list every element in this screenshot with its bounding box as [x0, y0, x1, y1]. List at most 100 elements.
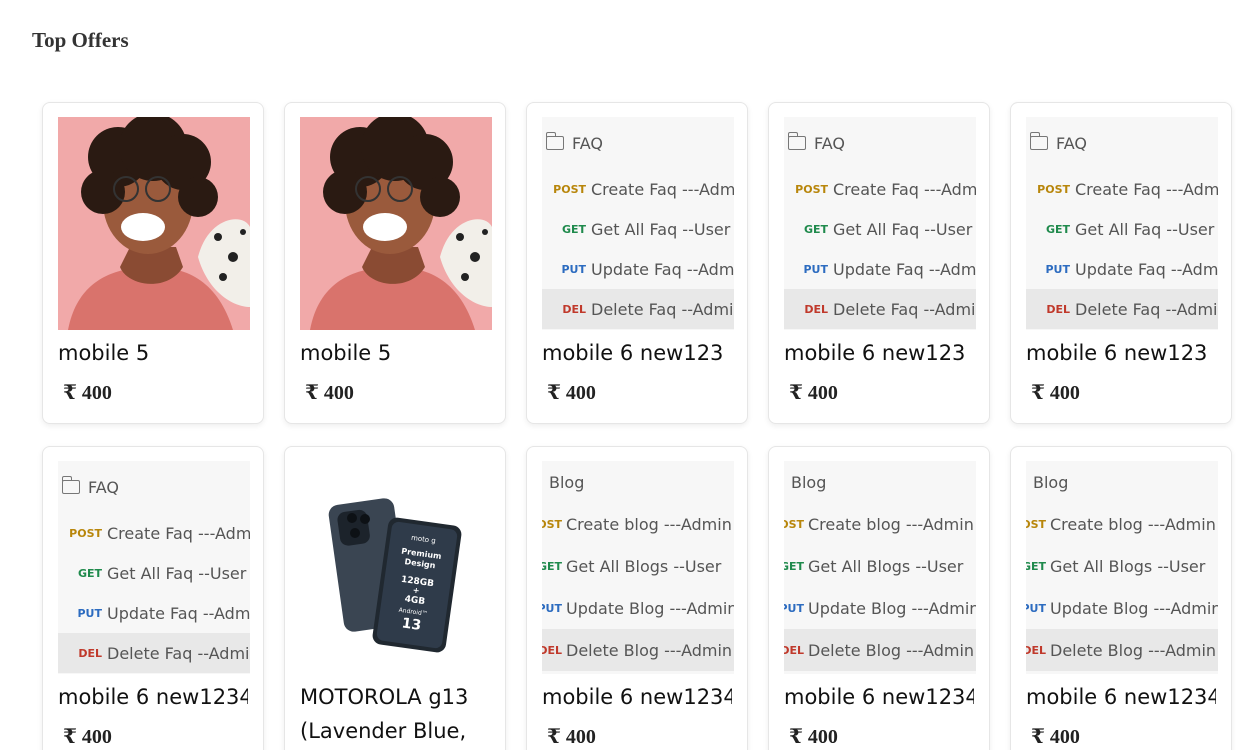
product-title[interactable]: mobile 6 new1234	[58, 680, 248, 714]
product-image	[58, 117, 250, 330]
product-card[interactable]: Blog POST Create blog ---Admin GET Get All…	[768, 446, 990, 750]
product-price: ₹ 400	[1031, 726, 1080, 748]
product-title[interactable]: MOTOROLA g13 (Lavender Blue, 128	[300, 680, 490, 748]
method-badge: DEL	[804, 302, 828, 316]
api-row: GET Get All Faq --User	[784, 209, 976, 249]
api-row: PUT Update Faq --Admin	[58, 593, 251, 633]
product-grid: mobile 5 ₹ 400 mobile 5 ₹ 400 FAQ POST C…	[42, 102, 1232, 750]
product-price: ₹ 400	[789, 382, 838, 404]
api-row-label: Update Blog ---Admin	[1050, 598, 1218, 618]
api-row-label: Update Blog ---Admin	[566, 598, 734, 618]
api-row: PUT Update Faq --Admin	[1026, 249, 1219, 289]
product-image: FAQ POST Create Faq ---Admin GET Get All F…	[784, 117, 976, 330]
api-row: PUT Update Faq --Admin	[542, 249, 735, 289]
api-row-label: Get All Faq --User	[591, 219, 731, 239]
api-row-label: Get All Faq --User	[1075, 219, 1215, 239]
api-row-label: Get All Blogs --User	[808, 556, 964, 576]
api-row-label: Update Faq --Admin	[833, 259, 976, 279]
product-price: ₹ 400	[305, 382, 354, 404]
api-folder-heading: Blog	[791, 472, 827, 492]
product-title[interactable]: mobile 6 new123	[542, 336, 732, 370]
method-badge: POST	[1026, 517, 1046, 531]
api-row: POST Create blog ---Admin	[784, 503, 976, 545]
product-price: ₹ 400	[789, 726, 838, 748]
method-badge: DEL	[78, 646, 102, 660]
api-row-label: Create Faq ---Admin	[833, 179, 976, 199]
product-price: ₹ 400	[1031, 382, 1080, 404]
folder-icon	[61, 476, 80, 494]
method-badge: PUT	[803, 262, 829, 276]
method-badge: PUT	[1045, 262, 1071, 276]
api-row-label: Delete Blog ---Admin	[808, 640, 975, 660]
api-row: DEL Delete Blog ---Admin	[784, 629, 976, 671]
phone-plus-text: +	[412, 586, 420, 596]
method-badge: GET	[542, 559, 562, 573]
api-row: PUT Update Blog ---Admin	[784, 587, 976, 629]
api-row: POST Create Faq ---Admin	[542, 169, 734, 209]
api-row-label: Update Faq --Admin	[591, 259, 734, 279]
product-image: moto g Premium Design 128GB + 4GB Androi…	[300, 461, 492, 674]
product-title[interactable]: mobile 6 new123	[1026, 336, 1216, 370]
api-row: GET Get All Blogs --User	[1026, 545, 1218, 587]
api-row-label: Update Blog ---Admin	[808, 598, 976, 618]
method-badge: DEL	[784, 643, 804, 657]
product-card[interactable]: mobile 5 ₹ 400	[42, 102, 264, 424]
api-row: POST Create blog ---Admin	[542, 503, 734, 545]
api-row: PUT Update Faq --Admin	[784, 249, 977, 289]
product-card[interactable]: FAQ POST Create Faq ---Admin GET Get All F…	[1010, 102, 1232, 424]
api-folder-heading: FAQ	[58, 461, 250, 513]
api-folder-heading: FAQ	[1026, 117, 1218, 169]
method-badge: POST	[784, 517, 804, 531]
product-card[interactable]: FAQ POST Create Faq ---Admin GET Get All F…	[526, 102, 748, 424]
product-card[interactable]: FAQ POST Create Faq ---Admin GET Get All F…	[42, 446, 264, 750]
method-badge: PUT	[542, 601, 562, 615]
api-folder-heading: FAQ	[784, 117, 976, 169]
api-row: PUT Update Blog ---Admin	[542, 587, 734, 629]
product-card[interactable]: Blog POST Create blog ---Admin GET Get All…	[1010, 446, 1232, 750]
product-title[interactable]: mobile 5	[58, 336, 248, 370]
method-badge: GET	[784, 559, 804, 573]
api-row-label: Delete Faq --Admin	[591, 299, 734, 319]
product-title[interactable]: mobile 6 new123	[784, 336, 974, 370]
product-price: ₹ 400	[63, 382, 112, 404]
product-price: ₹ 400	[547, 726, 596, 748]
api-row: PUT Update Blog ---Admin	[1026, 587, 1218, 629]
folder-icon	[545, 132, 564, 150]
api-row-label: Get All Blogs --User	[1050, 556, 1206, 576]
api-row: POST Create Faq ---Admin	[1026, 169, 1218, 209]
api-row: DEL Delete Blog ---Admin	[542, 629, 734, 671]
api-row-label: Update Faq --Admin	[107, 603, 250, 623]
api-row: POST Create blog ---Admin	[1026, 503, 1218, 545]
product-card[interactable]: FAQ POST Create Faq ---Admin GET Get All F…	[768, 102, 990, 424]
method-badge: GET	[77, 566, 102, 580]
folder-label: FAQ	[814, 133, 845, 153]
method-badge: POST	[795, 182, 828, 196]
product-card[interactable]: moto g Premium Design 128GB + 4GB Androi…	[284, 446, 506, 750]
method-badge: GET	[1026, 559, 1046, 573]
method-badge: PUT	[561, 262, 587, 276]
product-card[interactable]: Blog POST Create blog ---Admin GET Get All…	[526, 446, 748, 750]
api-row-label: Create Faq ---Admin	[1075, 179, 1218, 199]
product-image: FAQ POST Create Faq ---Admin GET Get All F…	[1026, 117, 1218, 330]
api-row: GET Get All Faq --User	[58, 553, 250, 593]
product-price: ₹ 400	[63, 726, 112, 748]
method-badge: PUT	[784, 601, 804, 615]
method-badge: PUT	[1026, 601, 1046, 615]
product-title[interactable]: mobile 6 new1234	[784, 680, 974, 714]
method-badge: DEL	[1026, 643, 1046, 657]
product-title[interactable]: mobile 6 new1234	[542, 680, 732, 714]
api-row: DEL Delete Faq --Admin	[542, 289, 734, 329]
product-card[interactable]: mobile 5 ₹ 400	[284, 102, 506, 424]
product-title[interactable]: mobile 5	[300, 336, 490, 370]
api-row-label: Get All Faq --User	[107, 563, 247, 583]
method-badge: GET	[561, 222, 586, 236]
method-badge: DEL	[1046, 302, 1070, 316]
folder-label: FAQ	[1056, 133, 1087, 153]
api-row-label: Create blog ---Admin	[1050, 514, 1216, 534]
product-price: ₹ 400	[547, 382, 596, 404]
api-row: POST Create Faq ---Admin	[784, 169, 976, 209]
product-title[interactable]: mobile 6 new1234	[1026, 680, 1216, 714]
phone-os-version: 13	[401, 615, 423, 634]
api-row-label: Update Faq --Admin	[1075, 259, 1218, 279]
api-row: DEL Delete Blog ---Admin	[1026, 629, 1218, 671]
